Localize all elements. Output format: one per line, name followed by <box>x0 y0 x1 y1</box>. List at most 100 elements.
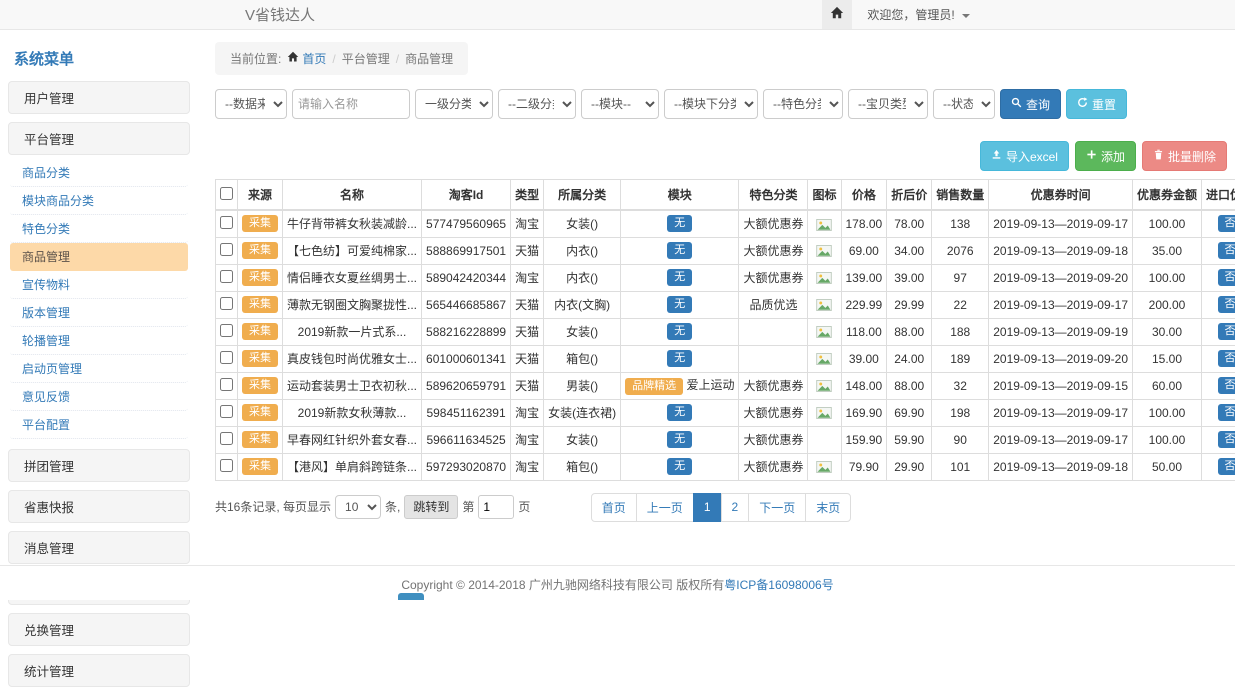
row-checkbox[interactable] <box>220 297 233 310</box>
import-toggle-badge[interactable]: 否 <box>1218 323 1235 340</box>
product-name: 早春网红针织外套女春... <box>283 426 422 453</box>
filter-select[interactable]: --模块-- <box>581 89 659 119</box>
column-header: 折后价 <box>887 180 932 211</box>
row-checkbox[interactable] <box>220 432 233 445</box>
sidebar-item-user-management[interactable]: 用户管理 <box>8 81 190 114</box>
pager-button[interactable]: 上一页 <box>636 493 694 522</box>
import-toggle-badge[interactable]: 否 <box>1218 269 1235 286</box>
sidebar-subitem[interactable]: 平台配置 <box>10 411 188 439</box>
import-toggle-badge[interactable]: 否 <box>1218 242 1235 259</box>
icp-link[interactable]: 粤ICP备16098006号 <box>724 578 833 592</box>
sidebar-subitem[interactable]: 商品管理 <box>10 243 188 271</box>
row-checkbox[interactable] <box>220 378 233 391</box>
sidebar-item-platform-management[interactable]: 平台管理 <box>8 122 190 155</box>
module-cell: 无 <box>621 399 739 426</box>
add-button[interactable]: 添加 <box>1075 141 1136 171</box>
import-toggle-badge[interactable]: 否 <box>1218 404 1235 421</box>
sidebar-subitem[interactable]: 商品分类 <box>10 159 188 187</box>
row-checkbox[interactable] <box>220 405 233 418</box>
source-badge: 采集 <box>242 296 278 313</box>
icon-cell <box>808 345 841 372</box>
page-input[interactable] <box>478 495 514 519</box>
module-badge: 无 <box>667 269 692 286</box>
pager-button[interactable]: 2 <box>721 493 750 522</box>
row-checkbox[interactable] <box>220 243 233 256</box>
sidebar-subitem[interactable]: 意见反馈 <box>10 383 188 411</box>
name-search-input[interactable] <box>292 89 410 119</box>
pager-button[interactable]: 下一页 <box>748 493 806 522</box>
sidebar-item[interactable]: 省惠快报 <box>8 490 190 523</box>
sidebar-item[interactable]: 消息管理 <box>8 531 190 564</box>
product-name: 真皮钱包时尚优雅女士... <box>283 345 422 372</box>
row-checkbox[interactable] <box>220 351 233 364</box>
column-header: 图标 <box>808 180 841 211</box>
sidebar-subitem[interactable]: 启动页管理 <box>10 355 188 383</box>
search-button-label: 查询 <box>1026 96 1050 113</box>
icon-cell <box>808 399 841 426</box>
filter-select[interactable]: --二级分类-- <box>498 89 576 119</box>
batch-delete-label: 批量删除 <box>1168 148 1216 165</box>
filter-select[interactable]: --宝贝类型-- <box>848 89 928 119</box>
filter-select[interactable]: --模块下分类-- <box>664 89 758 119</box>
product-thumbnail-icon <box>816 379 832 393</box>
table-row: 采集真皮钱包时尚优雅女士...601000601341天猫箱包()无39.002… <box>216 345 1235 372</box>
pager-button[interactable]: 1 <box>693 493 722 522</box>
filter-fields: --数据来源-- 一级分类--二级分类----模块----模块下分类----特色分… <box>215 89 995 119</box>
import-excel-button[interactable]: 导入excel <box>980 141 1069 171</box>
sidebar-subitem[interactable]: 宣传物料 <box>10 271 188 299</box>
import-toggle-badge[interactable]: 否 <box>1218 350 1235 367</box>
row-checkbox[interactable] <box>220 459 233 472</box>
breadcrumb-home-label: 首页 <box>302 50 326 67</box>
copyright-text: Copyright © 2014-2018 广州九驰网络科技有限公司 版权所有 <box>401 578 724 592</box>
column-header: 来源 <box>238 180 283 211</box>
search-button[interactable]: 查询 <box>1000 89 1061 119</box>
sidebar-item[interactable]: 兑换管理 <box>8 613 190 646</box>
upload-icon <box>991 149 1002 163</box>
filter-select[interactable]: --特色分类-- <box>763 89 843 119</box>
table-row: 采集2019新款一片式系...588216228899天猫女装()无118.00… <box>216 318 1235 345</box>
breadcrumb-item: 平台管理 <box>342 50 390 67</box>
home-button[interactable] <box>822 0 852 29</box>
import-toggle-badge[interactable]: 否 <box>1218 377 1235 394</box>
module-badge: 品牌精选 <box>625 378 683 395</box>
filter-select[interactable]: --状态-- <box>933 89 995 119</box>
row-checkbox[interactable] <box>220 324 233 337</box>
sidebar-subitem[interactable]: 版本管理 <box>10 299 188 327</box>
filter-select[interactable]: --数据来源-- <box>215 89 287 119</box>
jump-button[interactable]: 跳转到 <box>404 495 458 519</box>
user-menu[interactable]: 欢迎您，管理员! <box>852 6 985 23</box>
row-checkbox[interactable] <box>220 270 233 283</box>
table-row: 采集情侣睡衣女夏丝绸男士...589042420344淘宝内衣()无大额优惠券1… <box>216 264 1235 291</box>
batch-delete-button[interactable]: 批量删除 <box>1142 141 1227 171</box>
icon-cell <box>808 210 841 237</box>
column-header: 价格 <box>841 180 887 211</box>
reset-button[interactable]: 重置 <box>1066 89 1127 119</box>
import-toggle-badge[interactable]: 否 <box>1218 431 1235 448</box>
import-toggle-badge[interactable]: 否 <box>1218 458 1235 475</box>
icon-cell <box>808 291 841 318</box>
per-page-select[interactable]: 10 <box>335 495 381 519</box>
select-all-checkbox[interactable] <box>220 187 233 200</box>
table-row: 采集【七色纺】可爱纯棉家...588869917501天猫内衣()无大额优惠券6… <box>216 237 1235 264</box>
product-thumbnail-icon <box>816 460 832 474</box>
pager-button[interactable]: 首页 <box>591 493 637 522</box>
sidebar-subitem[interactable]: 轮播管理 <box>10 327 188 355</box>
filter-select[interactable]: 一级分类 <box>415 89 493 119</box>
source-badge: 采集 <box>242 377 278 394</box>
product-thumbnail-icon <box>816 325 832 339</box>
sidebar-subitem[interactable]: 模块商品分类 <box>10 187 188 215</box>
sidebar-item[interactable]: 拼团管理 <box>8 449 190 482</box>
sidebar-item[interactable]: 统计管理 <box>8 654 190 687</box>
row-checkbox[interactable] <box>220 216 233 229</box>
sidebar-subitem[interactable]: 特色分类 <box>10 215 188 243</box>
import-toggle-badge[interactable]: 否 <box>1218 215 1235 232</box>
column-header: 所属分类 <box>544 180 621 211</box>
table-row: 采集2019新款女秋薄款...598451162391淘宝女装(连衣裙)无大额优… <box>216 399 1235 426</box>
action-bar: 导入excel 添加 批量删除 <box>215 141 1227 171</box>
import-toggle-badge[interactable]: 否 <box>1218 296 1235 313</box>
column-header: 淘客Id <box>422 180 511 211</box>
module-badge: 无 <box>667 215 692 232</box>
table-body: 采集牛仔背带裤女秋装减龄...577479560965淘宝女装()无大额优惠券1… <box>216 210 1235 480</box>
breadcrumb-home-link[interactable]: 首页 <box>287 50 326 67</box>
pager-button[interactable]: 末页 <box>805 493 851 522</box>
